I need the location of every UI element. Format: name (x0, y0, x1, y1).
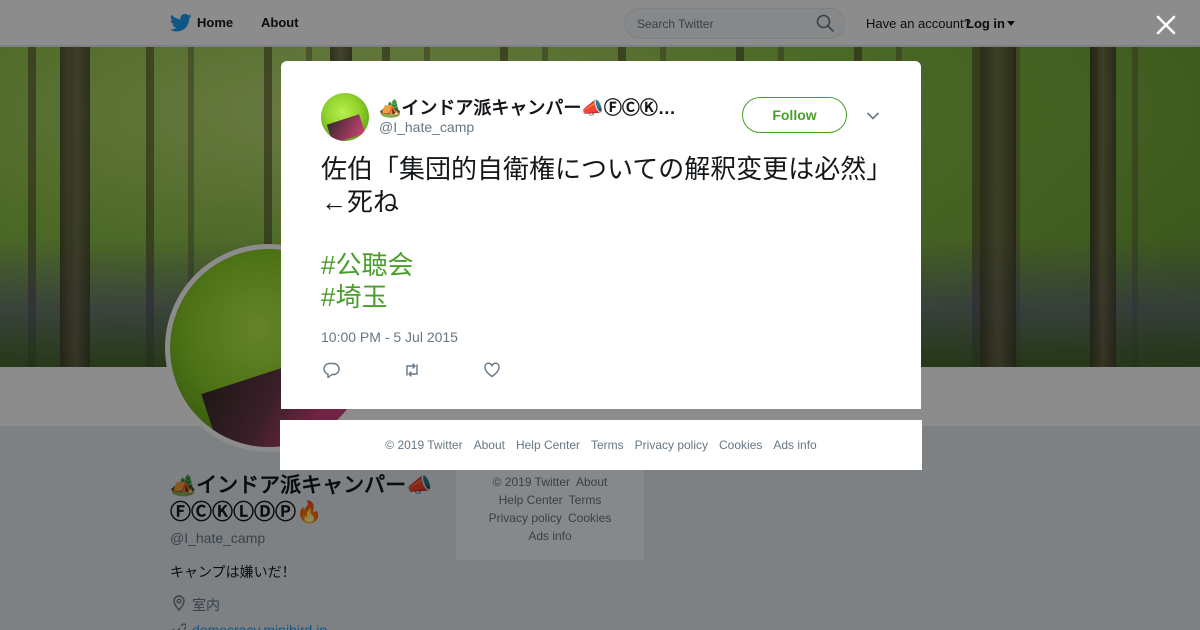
tweet-author-handle[interactable]: @I_hate_camp (379, 119, 474, 135)
footer-ads-info-link[interactable]: Ads info (773, 438, 816, 452)
like-heart-icon[interactable] (483, 361, 501, 379)
tweet-timestamp[interactable]: 10:00 PM - 5 Jul 2015 (321, 329, 458, 345)
avatar-image-detail (326, 114, 366, 141)
footer-privacy-link[interactable]: Privacy policy (635, 438, 708, 452)
footer-copyright: © 2019 Twitter (385, 438, 463, 452)
reply-icon[interactable] (323, 361, 341, 379)
close-icon[interactable] (1152, 11, 1180, 39)
tweet-text: 佐伯「集団的自衛権についての解釈変更は必然」←死ね (321, 154, 880, 217)
hashtag-link[interactable]: #公聴会 (321, 249, 413, 281)
footer-terms-link[interactable]: Terms (591, 438, 624, 452)
hashtag-link[interactable]: #埼玉 (321, 281, 387, 313)
tweet-author-avatar[interactable] (321, 93, 369, 141)
follow-button[interactable]: Follow (742, 97, 847, 133)
chevron-down-icon[interactable] (866, 111, 880, 121)
footer-cookies-link[interactable]: Cookies (719, 438, 762, 452)
tweet-card: 🏕️インドア派キャンパー📣ⒻⒸⓀⓁⒹⓅ🔥 @I_hate_camp Follow… (281, 61, 921, 409)
retweet-icon[interactable] (403, 361, 421, 379)
modal-footer: © 2019 Twitter About Help Center Terms P… (280, 420, 922, 470)
tweet-author-name[interactable]: 🏕️インドア派キャンパー📣ⒻⒸⓀⓁⒹⓅ🔥 (379, 94, 689, 120)
footer-about-link[interactable]: About (474, 438, 505, 452)
footer-help-center-link[interactable]: Help Center (516, 438, 580, 452)
